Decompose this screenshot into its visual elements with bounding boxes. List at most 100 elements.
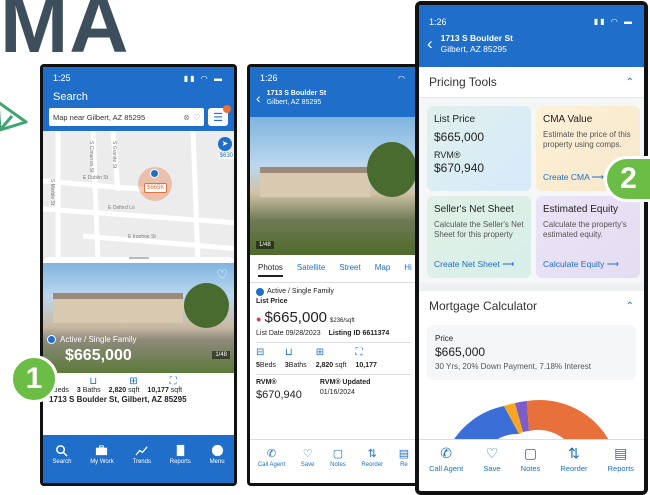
lot-label: sqft xyxy=(170,387,183,394)
tab-label: Menu xyxy=(209,458,225,465)
callout-badge-2: 2 xyxy=(604,156,650,202)
arrow-right-icon: ⟶ xyxy=(502,258,515,269)
search-header: 1:25 ▮▮ ◠ ▬ Search Map near Gilbert, AZ … xyxy=(43,67,234,131)
call-agent-button[interactable]: ✆ Call Agent xyxy=(429,445,463,473)
tab-reports[interactable]: Reports xyxy=(170,444,191,465)
listing-status: Active / Single Family xyxy=(60,335,137,344)
estimated-equity-tile[interactable]: Estimated Equity Calculate the property'… xyxy=(536,196,640,278)
mortgage-calculator-header[interactable]: Mortgage Calculator ⌃ xyxy=(419,291,644,321)
reorder-button[interactable]: ⇅ Reorder xyxy=(361,447,383,468)
header-address: 1713 S Boulder St xyxy=(440,33,513,43)
map-streets xyxy=(43,131,234,261)
tab-label: Reports xyxy=(169,458,191,465)
loan-terms: 30 Yrs, 20% Down Payment, 7.18% Interest xyxy=(435,361,591,371)
listing-price: $665,000 xyxy=(65,347,132,364)
map-price-pin[interactable]: $630 xyxy=(218,153,234,159)
tab-map[interactable]: Map xyxy=(375,263,391,277)
listing-card[interactable]: ♡ Active / Single Family $665,000 1/48 ⊟… xyxy=(43,257,234,407)
heart-icon[interactable]: ♡ xyxy=(193,113,200,122)
reorder-icon: ⇅ xyxy=(367,448,377,460)
tab-menu[interactable]: Menu xyxy=(210,444,225,465)
sqft-label: sqft xyxy=(335,361,347,369)
tile-description: Calculate the Seller's Net Sheet for thi… xyxy=(434,220,524,240)
lot-stat: ⛶ 10,177 xyxy=(355,346,376,371)
reports-button[interactable]: ▤ Reports xyxy=(608,445,634,473)
call-agent-button[interactable]: ✆ Call Agent xyxy=(258,447,285,468)
back-chevron-icon[interactable]: ‹ xyxy=(256,90,261,106)
tab-street[interactable]: Street xyxy=(339,263,360,277)
calculate-equity-link[interactable]: Calculate Equity ⟶ xyxy=(543,259,619,270)
favorite-heart-icon[interactable]: ♡ xyxy=(216,267,228,283)
rvm-label: RVM® xyxy=(434,149,461,160)
save-button[interactable]: ♡ Save xyxy=(483,445,500,473)
sqft-stat: 2,820 sqft xyxy=(109,387,140,394)
action-label: Call Agent xyxy=(429,463,464,473)
save-button[interactable]: ♡ Save xyxy=(301,447,315,468)
link-label: Calculate Equity xyxy=(543,258,605,269)
link-label: Create CMA xyxy=(543,171,590,182)
rvm-value: $670,940 xyxy=(256,388,302,401)
status-time: 1:26 xyxy=(260,73,278,83)
mortgage-price-card: Price $665,000 30 Yrs, 20% Down Payment,… xyxy=(427,325,636,381)
status-time: 1:26 xyxy=(429,16,447,27)
map-price-pin[interactable]: $665K xyxy=(144,183,168,193)
tab-label: Trends xyxy=(132,458,151,465)
heart-icon: ♡ xyxy=(485,444,499,461)
create-cma-link[interactable]: Create CMA ⟶ xyxy=(543,172,604,183)
create-net-sheet-link[interactable]: Create Net Sheet ⟶ xyxy=(434,259,514,270)
list-price-value: $665,000 xyxy=(434,130,485,144)
notes-button[interactable]: ▢ Notes xyxy=(330,447,346,468)
photo-counter: 1/48 xyxy=(256,241,274,249)
filter-icon: ☰ xyxy=(213,111,223,124)
tab-search[interactable]: Search xyxy=(52,444,71,465)
notes-button[interactable]: ▢ Notes xyxy=(521,445,541,473)
baths-value: 3 xyxy=(76,387,81,394)
lot-value: 10,177 xyxy=(355,361,377,369)
action-bar: ✆ Call Agent ♡ Save ▢ Notes ⇅ Reorder ▤ Repor… xyxy=(419,439,644,491)
tab-satellite[interactable]: Satellite xyxy=(297,263,325,277)
sellers-net-sheet-tile[interactable]: Seller's Net Sheet Calculate the Seller'… xyxy=(427,196,531,278)
price-value: $665,000 xyxy=(435,345,486,360)
map-view[interactable]: S Cimarron St S Granite St S Marble St E… xyxy=(43,131,234,261)
list-price-tile: List Price $665,000 RVM® $670,940 xyxy=(427,106,531,191)
baths-stat: 3 Baths xyxy=(77,387,101,394)
signal-wifi-battery-icon: ▮▮ ◠ ▬ xyxy=(183,73,224,83)
chevron-up-icon[interactable]: ⌃ xyxy=(626,301,634,312)
tile-description: Estimate the price of this property usin… xyxy=(543,130,631,150)
rvm-updated-date: 01/16/2024 xyxy=(319,388,355,396)
status-dot xyxy=(256,288,264,297)
filter-button[interactable]: ☰ xyxy=(208,105,231,126)
signal-wifi-battery-icon: ▮▮ ◠ ▬ xyxy=(593,17,634,26)
search-input-text: Map near Gilbert, AZ 85295 xyxy=(53,112,146,122)
sqft-icon: ⊞ xyxy=(129,376,138,387)
lot-stat: 10,177 sqft xyxy=(147,387,182,394)
tab-label: My Work xyxy=(90,458,114,465)
phone-icon: ✆ xyxy=(440,444,453,461)
tile-title: CMA Value xyxy=(543,114,593,125)
media-tabs: Photos Satellite Street Map Hi xyxy=(250,255,417,283)
detail-photo[interactable]: 1/48 xyxy=(250,117,417,255)
bath-icon: ⊔ xyxy=(284,347,293,359)
reorder-button[interactable]: ⇅ Reorder xyxy=(560,445,587,473)
trends-icon xyxy=(135,445,148,456)
signal-wifi-icon: ◠ xyxy=(398,73,407,83)
reports-button[interactable]: ▤ Re xyxy=(399,447,409,468)
listing-id: Listing ID 6611374 xyxy=(328,330,390,338)
back-chevron-icon[interactable]: ‹ xyxy=(427,34,433,54)
listing-photo[interactable]: ♡ Active / Single Family $665,000 1/48 xyxy=(43,263,234,373)
briefcase-icon xyxy=(96,444,108,455)
tab-trends[interactable]: Trends xyxy=(133,444,151,465)
tab-photos[interactable]: Photos xyxy=(258,263,283,277)
chevron-up-icon[interactable]: ⌃ xyxy=(626,77,634,88)
tab-my-work[interactable]: My Work xyxy=(90,444,114,465)
search-input[interactable]: Map near Gilbert, AZ 85295 ⊗ ♡ xyxy=(49,108,204,126)
map-pin-dot[interactable] xyxy=(150,169,159,178)
donut-segment xyxy=(527,400,611,445)
rvm-updated-label: RVM® Updated xyxy=(319,378,371,386)
location-icon[interactable]: ➤ xyxy=(218,137,232,151)
clear-icon[interactable]: ⊗ xyxy=(183,113,190,122)
bath-icon: ⊔ xyxy=(89,376,98,387)
detail-header: 1:26 ◠ ‹ 1713 S Boulder St Gilbert, AZ 852… xyxy=(250,67,417,117)
pricing-tools-header[interactable]: Pricing Tools ⌃ xyxy=(419,67,644,98)
tab-history[interactable]: Hi xyxy=(404,263,412,277)
